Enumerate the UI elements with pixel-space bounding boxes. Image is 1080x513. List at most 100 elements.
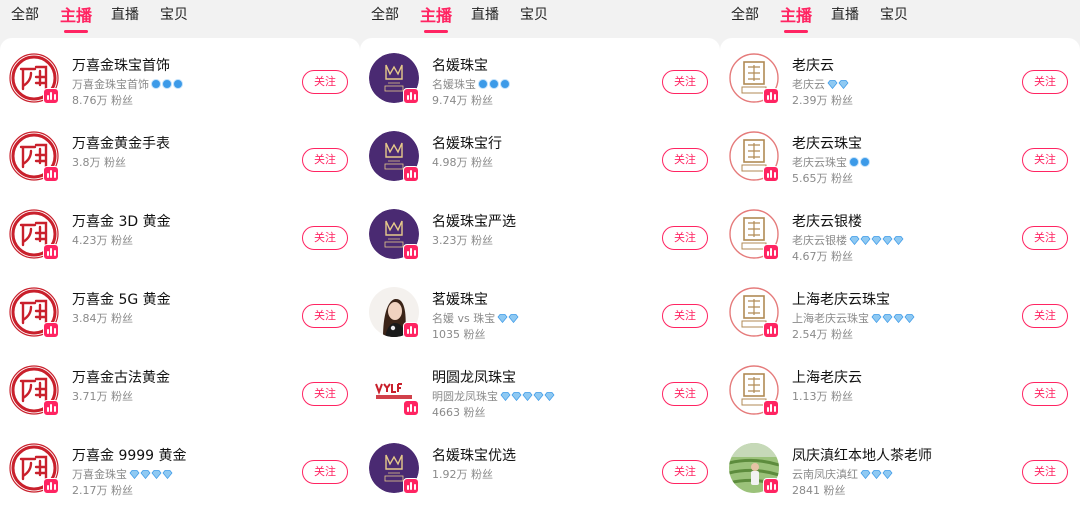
anchor-row[interactable]: 老庆云银楼 老庆云银楼 4.67万 粉丝 关注 <box>720 194 1080 272</box>
follow-button[interactable]: 关注 <box>302 304 348 328</box>
tab-anchor[interactable]: 主播 <box>780 2 812 33</box>
fans-count: 1035 粉丝 <box>432 328 486 341</box>
live-bars-icon <box>43 88 59 104</box>
fans-count: 5.65万 粉丝 <box>792 172 853 185</box>
anchor-row[interactable]: 上海老庆云珠宝 上海老庆云珠宝 2.54万 粉丝 关注 <box>720 272 1080 350</box>
anchor-name: 名媛珠宝优选 <box>432 448 516 464</box>
anchor-name: 名媛珠宝严选 <box>432 214 516 230</box>
anchor-name: 明圆龙凤珠宝 <box>432 370 516 386</box>
live-bars-icon <box>403 322 419 338</box>
diamond-icon <box>151 469 162 479</box>
anchor-list: 万喜金珠宝首饰 万喜金珠宝首饰 8.76万 粉丝 关注 万喜金黄金手表 3.8万 粉丝关… <box>0 38 360 513</box>
fans-count: 3.23万 粉丝 <box>432 234 493 247</box>
fans-count: 2.54万 粉丝 <box>792 328 853 341</box>
follow-button[interactable]: 关注 <box>662 70 708 94</box>
tab-live[interactable]: 直播 <box>471 4 499 24</box>
fans-count: 4.23万 粉丝 <box>72 234 133 247</box>
anchor-row[interactable]: 万喜金古法黄金 3.71万 粉丝 关注 <box>0 350 360 428</box>
follow-button[interactable]: 关注 <box>662 226 708 250</box>
anchor-list: 名媛珠宝 名媛珠宝 9.74万 粉丝 关注 名媛珠宝行 4.98万 粉丝 关注 名媛珠宝严… <box>360 38 720 513</box>
shop-name: 老庆云 <box>792 76 849 92</box>
diamond-icon <box>882 469 893 479</box>
tab-live[interactable]: 直播 <box>831 4 859 24</box>
shop-name-text: 万喜金珠宝 <box>72 468 127 481</box>
anchor-row[interactable]: 万喜金 9999 黄金 万喜金珠宝 2.17万 粉丝 关注 <box>0 428 360 506</box>
tab-live[interactable]: 直播 <box>111 4 139 24</box>
shop-level-badges <box>871 313 915 323</box>
diamond-icon <box>162 469 173 479</box>
follow-button[interactable]: 关注 <box>662 460 708 484</box>
follow-button[interactable]: 关注 <box>302 226 348 250</box>
anchor-row[interactable]: 万喜金 5G 黄金 3.84万 粉丝 关注 <box>0 272 360 350</box>
results-panel: 全部 主播 直播 宝贝 老庆云 老庆云 2.39万 粉丝 关注 老庆云珠宝 老庆云珠宝 5.65… <box>720 0 1080 513</box>
tab-all[interactable]: 全部 <box>731 4 759 24</box>
anchor-row[interactable]: 老庆云 老庆云 2.39万 粉丝 关注 <box>720 38 1080 116</box>
anchor-name: 上海老庆云珠宝 <box>792 292 890 308</box>
tab-goods[interactable]: 宝贝 <box>160 4 188 24</box>
tab-goods[interactable]: 宝贝 <box>520 4 548 24</box>
follow-button[interactable]: 关注 <box>302 460 348 484</box>
tab-anchor[interactable]: 主播 <box>420 2 452 33</box>
follow-button[interactable]: 关注 <box>302 70 348 94</box>
shop-name-text: 明圆龙凤珠宝 <box>432 390 498 403</box>
anchor-row[interactable]: 名媛珠宝行 4.98万 粉丝 关注 <box>360 116 720 194</box>
tab-all[interactable]: 全部 <box>371 4 399 24</box>
anchor-name: 老庆云 <box>792 58 834 74</box>
shop-name: 云南凤庆滇红 <box>792 466 893 482</box>
shop-level-badges <box>849 235 904 245</box>
anchor-name: 万喜金 9999 黄金 <box>72 448 187 464</box>
live-bars-icon <box>403 88 419 104</box>
shop-name: 名媛 vs 珠宝 <box>432 310 519 326</box>
follow-button[interactable]: 关注 <box>1022 382 1068 406</box>
live-bars-icon <box>763 400 779 416</box>
live-bars-icon <box>763 322 779 338</box>
live-bars-icon <box>43 478 59 494</box>
follow-button[interactable]: 关注 <box>302 382 348 406</box>
live-bars-icon <box>763 478 779 494</box>
anchor-row[interactable]: 名媛珠宝 名媛珠宝 9.74万 粉丝 关注 <box>360 38 720 116</box>
level-crown-icon <box>478 79 488 89</box>
diamond-icon <box>544 391 555 401</box>
diamond-icon <box>129 469 140 479</box>
anchor-row[interactable]: 万喜金 3D 黄金 4.23万 粉丝 关注 <box>0 194 360 272</box>
diamond-icon <box>882 313 893 323</box>
anchor-row[interactable]: 名媛珠宝优选 1.92万 粉丝 关注 <box>360 428 720 506</box>
shop-level-badges <box>827 79 849 89</box>
anchor-row[interactable]: 明圆龙凤珠宝 明圆龙凤珠宝 4663 粉丝 关注 <box>360 350 720 428</box>
anchor-name: 万喜金珠宝首饰 <box>72 58 170 74</box>
follow-button[interactable]: 关注 <box>1022 148 1068 172</box>
fans-count: 1.13万 粉丝 <box>792 390 853 403</box>
follow-button[interactable]: 关注 <box>1022 226 1068 250</box>
tab-all[interactable]: 全部 <box>11 4 39 24</box>
anchor-name: 茗媛珠宝 <box>432 292 488 308</box>
tab-goods[interactable]: 宝贝 <box>880 4 908 24</box>
live-bars-icon <box>763 244 779 260</box>
follow-button[interactable]: 关注 <box>662 382 708 406</box>
anchor-row[interactable]: 名媛珠宝严选 3.23万 粉丝 关注 <box>360 194 720 272</box>
fans-count: 3.8万 粉丝 <box>72 156 126 169</box>
anchor-row[interactable]: 老庆云珠宝 老庆云珠宝 5.65万 粉丝 关注 <box>720 116 1080 194</box>
live-bars-icon <box>403 400 419 416</box>
anchor-row[interactable]: 万喜金珠宝首饰 万喜金珠宝首饰 8.76万 粉丝 关注 <box>0 38 360 116</box>
anchor-row[interactable]: 上海老庆云 1.13万 粉丝 关注 <box>720 350 1080 428</box>
anchor-row[interactable]: 茗媛珠宝名媛 vs 珠宝 1035 粉丝 关注 <box>360 272 720 350</box>
level-crown-icon <box>489 79 499 89</box>
follow-button[interactable]: 关注 <box>1022 304 1068 328</box>
anchor-row[interactable]: 凤庆滇红本地人茶老师 云南凤庆滇红 2841 粉丝 关注 <box>720 428 1080 506</box>
tab-anchor[interactable]: 主播 <box>60 2 92 33</box>
follow-button[interactable]: 关注 <box>662 148 708 172</box>
follow-button[interactable]: 关注 <box>302 148 348 172</box>
follow-button[interactable]: 关注 <box>1022 70 1068 94</box>
fans-count: 2841 粉丝 <box>792 484 846 497</box>
shop-name: 名媛珠宝 <box>432 76 510 92</box>
fans-count: 3.84万 粉丝 <box>72 312 133 325</box>
shop-level-badges <box>151 79 183 89</box>
diamond-icon <box>882 235 893 245</box>
follow-button[interactable]: 关注 <box>1022 460 1068 484</box>
anchor-name: 老庆云珠宝 <box>792 136 862 152</box>
live-bars-icon <box>43 400 59 416</box>
anchor-row[interactable]: 万喜金黄金手表 3.8万 粉丝 关注 <box>0 116 360 194</box>
shop-name-text: 云南凤庆滇红 <box>792 468 858 481</box>
shop-name: 上海老庆云珠宝 <box>792 310 915 326</box>
follow-button[interactable]: 关注 <box>662 304 708 328</box>
